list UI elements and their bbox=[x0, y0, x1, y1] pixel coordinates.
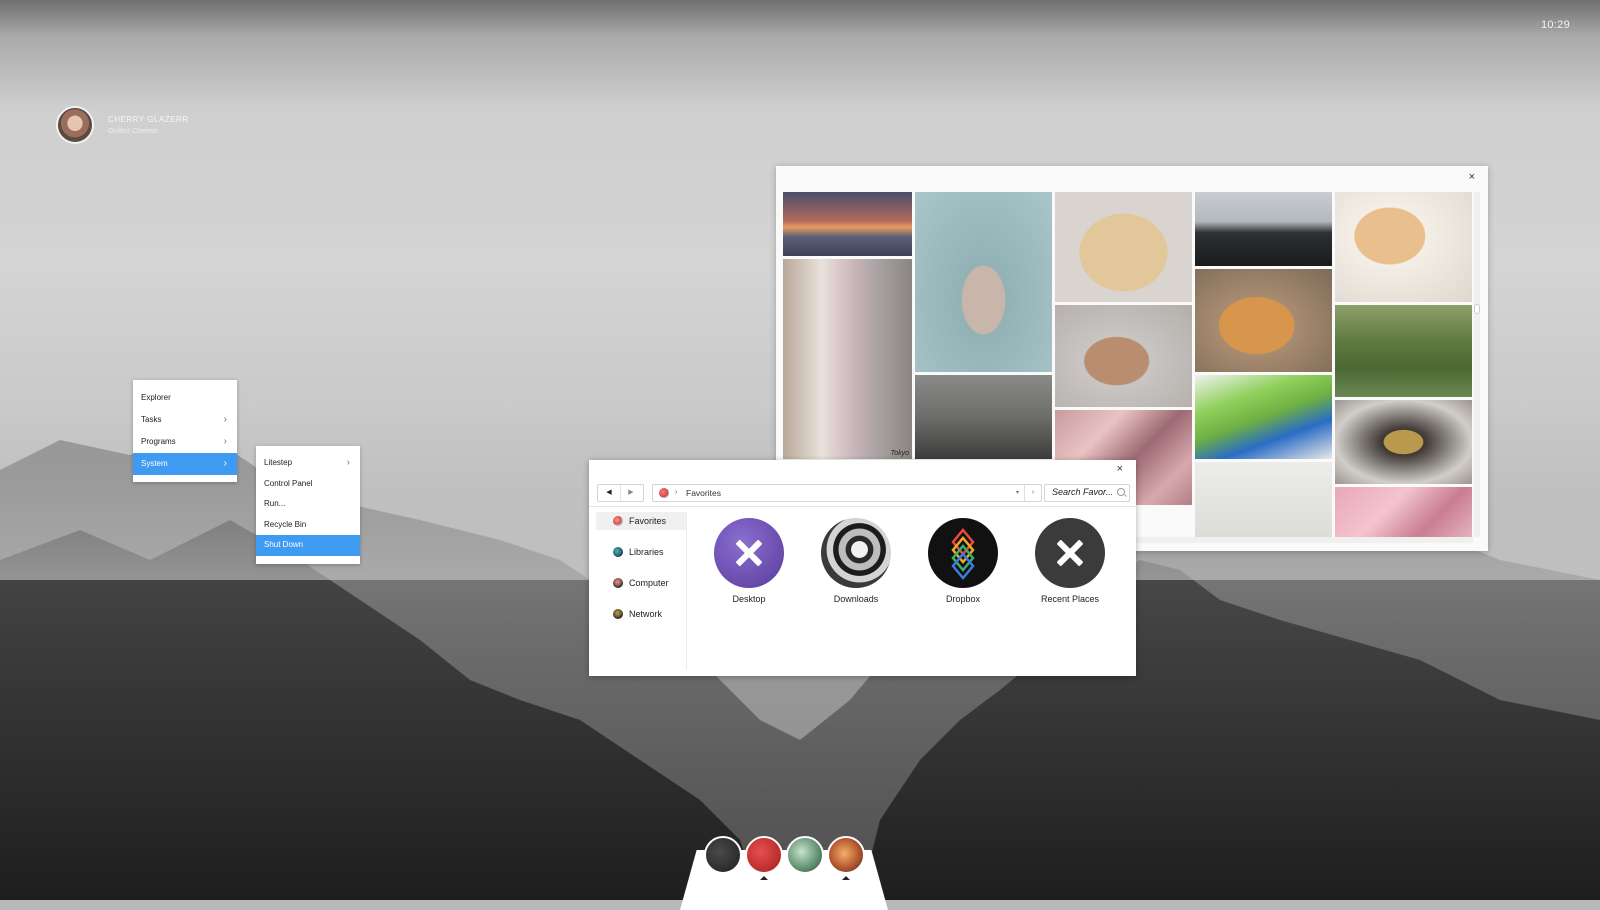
sidebar-item-label: Libraries bbox=[629, 547, 664, 557]
dock-item-red-app[interactable] bbox=[745, 836, 783, 874]
photo-watermark: Tokyo bbox=[890, 450, 909, 457]
go-button[interactable]: › bbox=[1024, 485, 1041, 501]
menu-item-label: System bbox=[141, 459, 168, 468]
user-subtitle: Grilled Cheese bbox=[108, 125, 158, 135]
menu-item-label: Run... bbox=[264, 499, 286, 508]
tile-label: Desktop bbox=[732, 594, 766, 604]
explorer-sidebar: Favorites Libraries Computer Network bbox=[596, 512, 687, 670]
address-bar[interactable]: › Favorites ▾ › bbox=[652, 484, 1042, 502]
network-icon bbox=[613, 609, 623, 619]
folder-tile-dropbox[interactable]: Dropbox bbox=[913, 518, 1013, 604]
menu-item-system[interactable]: System › bbox=[133, 453, 237, 475]
menu-item-run[interactable]: Run... bbox=[256, 494, 360, 515]
user-text: CHERRY GLAZERR Grilled Cheese bbox=[108, 115, 189, 136]
back-button[interactable]: ◀ bbox=[598, 485, 621, 501]
photo-pancakes[interactable] bbox=[1335, 192, 1472, 302]
menu-item-label: Tasks bbox=[141, 415, 162, 424]
photo-car-interior[interactable] bbox=[1335, 400, 1472, 484]
menu-item-litestep[interactable]: Litestep › bbox=[256, 453, 360, 474]
favorites-icon bbox=[613, 516, 623, 526]
search-icon[interactable] bbox=[1117, 488, 1125, 496]
sidebar-item-favorites[interactable]: Favorites bbox=[596, 512, 686, 530]
abstract-photo-icon bbox=[821, 518, 891, 588]
close-icon[interactable]: × bbox=[1117, 463, 1123, 475]
menu-item-programs[interactable]: Programs › bbox=[133, 431, 237, 453]
sidebar-item-label: Computer bbox=[629, 578, 669, 588]
forward-button[interactable]: ▶ bbox=[620, 485, 642, 501]
tile-label: Dropbox bbox=[945, 594, 981, 604]
chevron-right-icon: › bbox=[223, 436, 227, 447]
address-text: Favorites bbox=[686, 488, 721, 498]
system-submenu: Litestep › Control Panel Run... Recycle … bbox=[256, 446, 360, 564]
x-glyph bbox=[735, 539, 763, 567]
sidebar-item-computer[interactable]: Computer bbox=[596, 574, 686, 592]
photo-kitkat[interactable] bbox=[1195, 375, 1332, 459]
dock-item-dark-app[interactable] bbox=[704, 836, 742, 874]
tile-label: Recent Places bbox=[1040, 594, 1100, 604]
dock-item-orange-app[interactable] bbox=[827, 836, 865, 874]
photo-street-girl[interactable]: Tokyo bbox=[783, 259, 912, 459]
chevron-right-icon: › bbox=[223, 414, 227, 425]
photo-kimono[interactable] bbox=[1055, 192, 1192, 302]
explorer-toolbar: ◀ ▶ › Favorites ▾ › bbox=[597, 484, 1130, 504]
search-input[interactable] bbox=[1049, 485, 1116, 499]
chevron-right-icon: › bbox=[346, 457, 350, 468]
menu-item-label: Recycle Bin bbox=[264, 519, 307, 529]
folder-tile-downloads[interactable]: Downloads bbox=[806, 518, 906, 604]
explorer-window: × ◀ ▶ › Favorites ▾ › Favorites Librarie… bbox=[589, 460, 1136, 676]
menu-item-label: Shut Down bbox=[264, 540, 304, 549]
photo-forest-stream[interactable] bbox=[1335, 305, 1472, 397]
nav-buttons: ◀ ▶ bbox=[597, 484, 644, 502]
menu-item-label: Control Panel bbox=[264, 478, 313, 488]
folder-tile-desktop[interactable]: Desktop bbox=[699, 518, 799, 604]
menu-item-label: Explorer bbox=[141, 393, 171, 402]
tile-label: Downloads bbox=[833, 594, 879, 604]
folder-tile-recent-places[interactable]: Recent Places bbox=[1020, 518, 1120, 604]
user-name: CHERRY GLAZERR bbox=[108, 114, 189, 124]
chevron-down-icon[interactable]: ▾ bbox=[1016, 485, 1019, 501]
photo-deer[interactable] bbox=[1055, 305, 1192, 407]
menu-item-label: Programs bbox=[141, 437, 176, 446]
search-box[interactable] bbox=[1044, 484, 1130, 502]
vertical-scrollbar[interactable] bbox=[1474, 192, 1480, 537]
menu-item-recycle-bin[interactable]: Recycle Bin bbox=[256, 515, 360, 536]
start-menu: Explorer Tasks › Programs › System › bbox=[133, 380, 237, 482]
menu-item-control-panel[interactable]: Control Panel bbox=[256, 474, 360, 495]
dock-item-green-app[interactable] bbox=[786, 836, 824, 874]
photo-portrait-blue[interactable] bbox=[915, 192, 1052, 372]
user-profile[interactable]: CHERRY GLAZERR Grilled Cheese bbox=[56, 106, 189, 144]
x-icon bbox=[1035, 518, 1105, 588]
explorer-content: Desktop Downloads Dropbox Recent Places bbox=[699, 518, 1116, 638]
menu-item-label: Litestep bbox=[264, 458, 293, 467]
sidebar-item-label: Network bbox=[629, 609, 663, 619]
favorites-icon bbox=[659, 488, 669, 498]
photo-shiba-dogs[interactable] bbox=[1195, 269, 1332, 372]
scrollbar-thumb[interactable] bbox=[1474, 304, 1480, 314]
photo-note-sign[interactable] bbox=[1195, 462, 1332, 537]
avatar[interactable] bbox=[56, 106, 94, 144]
sidebar-item-network[interactable]: Network bbox=[596, 605, 686, 623]
x-glyph bbox=[1056, 539, 1084, 567]
dropbox-icon bbox=[928, 518, 998, 588]
sidebar-item-libraries[interactable]: Libraries bbox=[596, 543, 686, 561]
menu-item-shut-down[interactable]: Shut Down bbox=[256, 535, 360, 556]
sidebar-item-label: Favorites bbox=[629, 516, 667, 526]
libraries-icon bbox=[613, 547, 623, 557]
photo-plush-toys[interactable] bbox=[1335, 487, 1472, 537]
chevron-right-icon: › bbox=[223, 458, 227, 469]
toolbar-divider bbox=[589, 506, 1136, 507]
photo-sunset[interactable] bbox=[783, 192, 912, 256]
close-icon[interactable]: × bbox=[1469, 171, 1475, 183]
photo-clouds[interactable] bbox=[915, 375, 1052, 459]
computer-icon bbox=[613, 578, 623, 588]
x-icon bbox=[714, 518, 784, 588]
dock-running-indicator bbox=[842, 876, 850, 880]
dock-running-indicator bbox=[760, 876, 768, 880]
breadcrumb-separator-icon: › bbox=[675, 489, 678, 496]
photo-black-beach[interactable] bbox=[1195, 192, 1332, 266]
dropbox-diamond-icon bbox=[951, 528, 975, 580]
menu-item-tasks[interactable]: Tasks › bbox=[133, 409, 237, 431]
clock: 10:29 bbox=[1540, 19, 1570, 31]
menu-item-explorer[interactable]: Explorer bbox=[133, 387, 237, 409]
